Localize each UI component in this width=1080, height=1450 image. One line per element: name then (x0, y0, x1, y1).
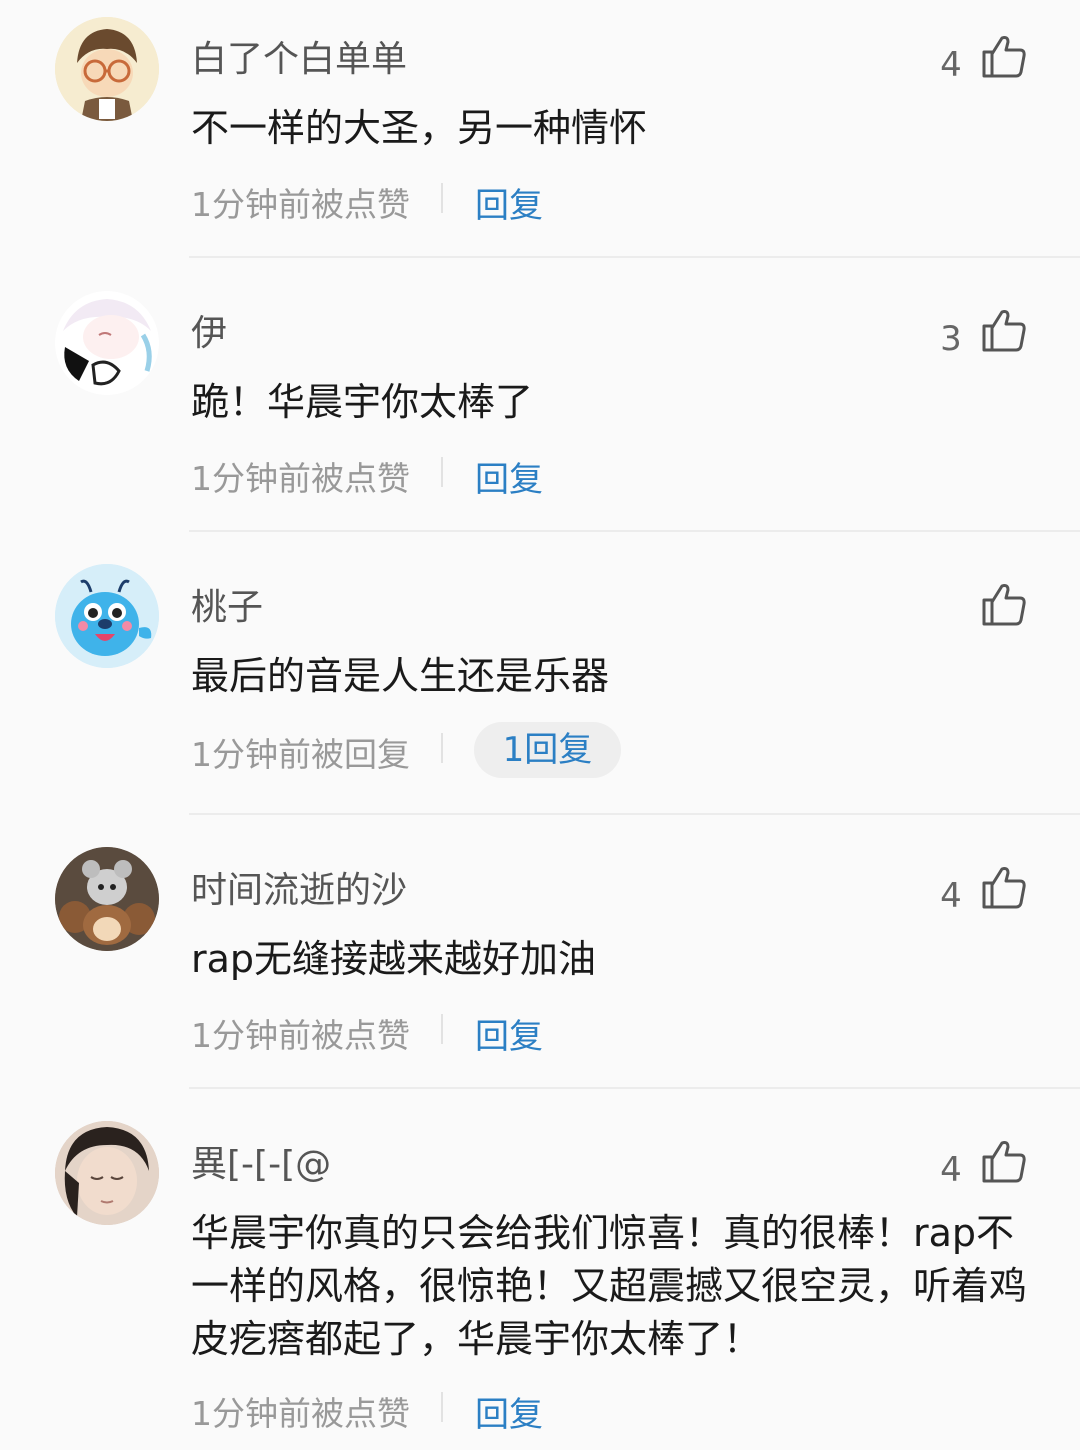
comment-item: 时间流逝的沙 4 rap无缝接越来越好加油 1分钟前被点赞 回复 (0, 815, 1080, 1089)
comment-text: 最后的音是人生还是乐器 (191, 654, 610, 698)
comment-username[interactable]: 时间流逝的沙 (191, 861, 407, 913)
comment-meta: 1分钟前被点赞 (191, 459, 410, 498)
comment-username[interactable]: 桃子 (191, 578, 263, 630)
separator (441, 733, 443, 763)
reply-button[interactable]: 回复 (475, 1009, 543, 1058)
like-count: 3 (940, 319, 962, 359)
comment-username[interactable]: 白了个白单单 (191, 30, 407, 82)
comment-text: 不一样的大圣，另一种情怀 (191, 106, 648, 150)
comment-text: rap无缝接越来越好加油 (191, 937, 597, 981)
comment-meta: 1分钟前被回复 (191, 735, 410, 774)
thumbs-up-icon[interactable] (980, 1137, 1028, 1185)
reply-button[interactable]: 回复 (475, 452, 543, 501)
like-count: 4 (940, 876, 962, 916)
avatar[interactable] (55, 564, 159, 668)
replies-button[interactable]: 1回复 (474, 722, 621, 778)
thumbs-up-icon[interactable] (980, 580, 1028, 628)
thumbs-up-icon[interactable] (980, 863, 1028, 911)
comment-meta: 1分钟前被点赞 (191, 185, 410, 224)
comment-item: 伊 3 跪！华晨宇你太棒了 1分钟前被点赞 回复 (0, 258, 1080, 532)
reply-button[interactable]: 回复 (475, 178, 543, 227)
separator (441, 457, 443, 487)
avatar[interactable] (55, 847, 159, 951)
comment-text: 跪！华晨宇你太棒了 (191, 380, 534, 424)
separator (441, 183, 443, 213)
comment-text: 华晨宇你真的只会给我们惊喜！真的很棒！rap不一样的风格，很惊艳！又超震撼又很空… (191, 1211, 1028, 1361)
comment-meta: 1分钟前被点赞 (191, 1016, 410, 1055)
thumbs-up-icon[interactable] (980, 32, 1028, 80)
avatar[interactable] (55, 17, 159, 121)
like-count: 4 (940, 1150, 962, 1190)
comment-list: 白了个白单单 4 不一样的大圣，另一种情怀 1分钟前被点赞 回复 伊 3 跪！华… (0, 0, 1080, 1450)
comment-item: 白了个白单单 4 不一样的大圣，另一种情怀 1分钟前被点赞 回复 (0, 0, 1080, 258)
separator (441, 1014, 443, 1044)
like-count: 4 (940, 45, 962, 85)
comment-meta: 1分钟前被点赞 (191, 1394, 410, 1433)
comment-item: 異[-[-[@ 4 华晨宇你真的只会给我们惊喜！真的很棒！rap不一样的风格，很… (0, 1089, 1080, 1450)
thumbs-up-icon[interactable] (980, 306, 1028, 354)
comment-username[interactable]: 伊 (191, 304, 227, 356)
avatar[interactable] (55, 291, 159, 395)
avatar[interactable] (55, 1121, 159, 1225)
reply-button[interactable]: 回复 (475, 1387, 543, 1436)
separator (441, 1392, 443, 1422)
comment-username[interactable]: 異[-[-[@ (191, 1135, 331, 1187)
comment-item: 桃子 最后的音是人生还是乐器 1分钟前被回复 1回复 (0, 532, 1080, 815)
